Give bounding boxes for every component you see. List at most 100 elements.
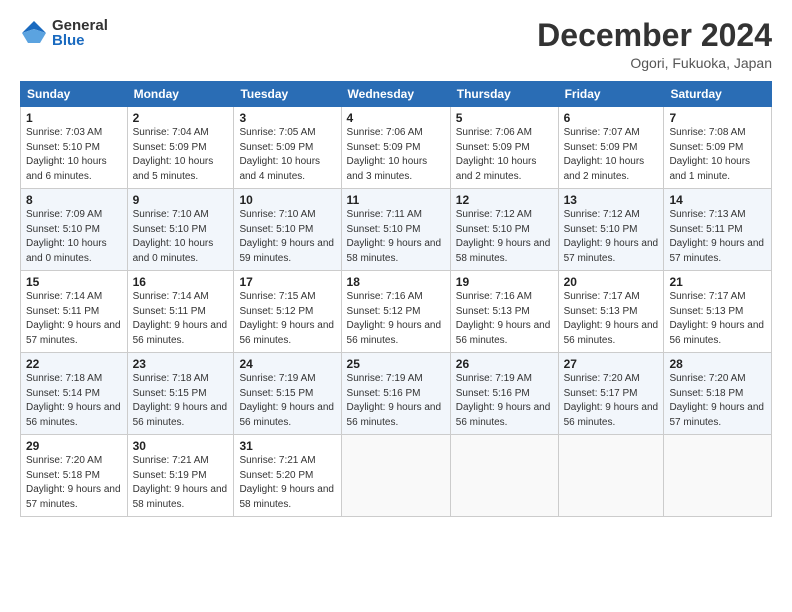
calendar-header-row: SundayMondayTuesdayWednesdayThursdayFrid… — [21, 82, 772, 107]
day-cell: 31Sunrise: 7:21 AMSunset: 5:20 PMDayligh… — [234, 435, 341, 517]
logo-general: General — [52, 18, 108, 33]
day-cell: 6Sunrise: 7:07 AMSunset: 5:09 PMDaylight… — [558, 107, 664, 189]
day-info: Sunrise: 7:20 AMSunset: 5:18 PMDaylight:… — [669, 372, 766, 430]
day-number: 1 — [26, 111, 122, 125]
logo: General Blue — [20, 18, 108, 48]
day-cell: 21Sunrise: 7:17 AMSunset: 5:13 PMDayligh… — [664, 271, 772, 353]
day-number: 11 — [347, 193, 445, 207]
day-info: Sunrise: 7:21 AMSunset: 5:20 PMDaylight:… — [239, 454, 335, 512]
day-info: Sunrise: 7:13 AMSunset: 5:11 PMDaylight:… — [669, 208, 766, 266]
day-cell — [558, 435, 664, 517]
day-cell: 17Sunrise: 7:15 AMSunset: 5:12 PMDayligh… — [234, 271, 341, 353]
day-info: Sunrise: 7:19 AMSunset: 5:15 PMDaylight:… — [239, 372, 335, 430]
day-number: 4 — [347, 111, 445, 125]
day-number: 7 — [669, 111, 766, 125]
day-cell: 12Sunrise: 7:12 AMSunset: 5:10 PMDayligh… — [450, 189, 558, 271]
day-cell: 18Sunrise: 7:16 AMSunset: 5:12 PMDayligh… — [341, 271, 450, 353]
day-number: 17 — [239, 275, 335, 289]
day-info: Sunrise: 7:09 AMSunset: 5:10 PMDaylight:… — [26, 208, 122, 266]
day-info: Sunrise: 7:03 AMSunset: 5:10 PMDaylight:… — [26, 126, 122, 184]
day-number: 10 — [239, 193, 335, 207]
location: Ogori, Fukuoka, Japan — [537, 55, 772, 71]
day-info: Sunrise: 7:12 AMSunset: 5:10 PMDaylight:… — [564, 208, 659, 266]
day-info: Sunrise: 7:10 AMSunset: 5:10 PMDaylight:… — [239, 208, 335, 266]
day-cell: 10Sunrise: 7:10 AMSunset: 5:10 PMDayligh… — [234, 189, 341, 271]
day-number: 13 — [564, 193, 659, 207]
day-info: Sunrise: 7:15 AMSunset: 5:12 PMDaylight:… — [239, 290, 335, 348]
day-cell: 2Sunrise: 7:04 AMSunset: 5:09 PMDaylight… — [127, 107, 234, 189]
day-number: 20 — [564, 275, 659, 289]
day-info: Sunrise: 7:04 AMSunset: 5:09 PMDaylight:… — [133, 126, 229, 184]
day-of-week-wednesday: Wednesday — [341, 82, 450, 107]
day-number: 9 — [133, 193, 229, 207]
day-info: Sunrise: 7:19 AMSunset: 5:16 PMDaylight:… — [456, 372, 553, 430]
day-number: 12 — [456, 193, 553, 207]
day-info: Sunrise: 7:16 AMSunset: 5:12 PMDaylight:… — [347, 290, 445, 348]
week-row-3: 15Sunrise: 7:14 AMSunset: 5:11 PMDayligh… — [21, 271, 772, 353]
day-cell: 28Sunrise: 7:20 AMSunset: 5:18 PMDayligh… — [664, 353, 772, 435]
day-cell: 19Sunrise: 7:16 AMSunset: 5:13 PMDayligh… — [450, 271, 558, 353]
day-info: Sunrise: 7:19 AMSunset: 5:16 PMDaylight:… — [347, 372, 445, 430]
week-row-1: 1Sunrise: 7:03 AMSunset: 5:10 PMDaylight… — [21, 107, 772, 189]
day-info: Sunrise: 7:16 AMSunset: 5:13 PMDaylight:… — [456, 290, 553, 348]
day-number: 29 — [26, 439, 122, 453]
day-info: Sunrise: 7:14 AMSunset: 5:11 PMDaylight:… — [133, 290, 229, 348]
day-cell: 14Sunrise: 7:13 AMSunset: 5:11 PMDayligh… — [664, 189, 772, 271]
day-info: Sunrise: 7:10 AMSunset: 5:10 PMDaylight:… — [133, 208, 229, 266]
day-info: Sunrise: 7:17 AMSunset: 5:13 PMDaylight:… — [564, 290, 659, 348]
day-info: Sunrise: 7:17 AMSunset: 5:13 PMDaylight:… — [669, 290, 766, 348]
day-info: Sunrise: 7:18 AMSunset: 5:14 PMDaylight:… — [26, 372, 122, 430]
day-number: 18 — [347, 275, 445, 289]
day-info: Sunrise: 7:20 AMSunset: 5:18 PMDaylight:… — [26, 454, 122, 512]
day-number: 31 — [239, 439, 335, 453]
day-info: Sunrise: 7:08 AMSunset: 5:09 PMDaylight:… — [669, 126, 766, 184]
day-cell: 22Sunrise: 7:18 AMSunset: 5:14 PMDayligh… — [21, 353, 128, 435]
day-number: 23 — [133, 357, 229, 371]
day-of-week-friday: Friday — [558, 82, 664, 107]
week-row-2: 8Sunrise: 7:09 AMSunset: 5:10 PMDaylight… — [21, 189, 772, 271]
day-number: 5 — [456, 111, 553, 125]
day-cell: 20Sunrise: 7:17 AMSunset: 5:13 PMDayligh… — [558, 271, 664, 353]
day-cell: 7Sunrise: 7:08 AMSunset: 5:09 PMDaylight… — [664, 107, 772, 189]
day-info: Sunrise: 7:12 AMSunset: 5:10 PMDaylight:… — [456, 208, 553, 266]
title-section: December 2024 Ogori, Fukuoka, Japan — [537, 18, 772, 71]
day-info: Sunrise: 7:06 AMSunset: 5:09 PMDaylight:… — [347, 126, 445, 184]
day-number: 25 — [347, 357, 445, 371]
day-cell: 8Sunrise: 7:09 AMSunset: 5:10 PMDaylight… — [21, 189, 128, 271]
day-info: Sunrise: 7:05 AMSunset: 5:09 PMDaylight:… — [239, 126, 335, 184]
day-number: 28 — [669, 357, 766, 371]
day-cell: 5Sunrise: 7:06 AMSunset: 5:09 PMDaylight… — [450, 107, 558, 189]
day-of-week-sunday: Sunday — [21, 82, 128, 107]
day-of-week-saturday: Saturday — [664, 82, 772, 107]
day-number: 8 — [26, 193, 122, 207]
header: General Blue December 2024 Ogori, Fukuok… — [20, 18, 772, 71]
day-info: Sunrise: 7:07 AMSunset: 5:09 PMDaylight:… — [564, 126, 659, 184]
day-number: 14 — [669, 193, 766, 207]
day-cell: 30Sunrise: 7:21 AMSunset: 5:19 PMDayligh… — [127, 435, 234, 517]
day-cell: 16Sunrise: 7:14 AMSunset: 5:11 PMDayligh… — [127, 271, 234, 353]
day-cell: 11Sunrise: 7:11 AMSunset: 5:10 PMDayligh… — [341, 189, 450, 271]
week-row-4: 22Sunrise: 7:18 AMSunset: 5:14 PMDayligh… — [21, 353, 772, 435]
day-of-week-thursday: Thursday — [450, 82, 558, 107]
day-info: Sunrise: 7:21 AMSunset: 5:19 PMDaylight:… — [133, 454, 229, 512]
day-cell: 1Sunrise: 7:03 AMSunset: 5:10 PMDaylight… — [21, 107, 128, 189]
day-cell: 4Sunrise: 7:06 AMSunset: 5:09 PMDaylight… — [341, 107, 450, 189]
day-cell: 3Sunrise: 7:05 AMSunset: 5:09 PMDaylight… — [234, 107, 341, 189]
day-cell: 25Sunrise: 7:19 AMSunset: 5:16 PMDayligh… — [341, 353, 450, 435]
day-number: 26 — [456, 357, 553, 371]
day-number: 6 — [564, 111, 659, 125]
day-number: 27 — [564, 357, 659, 371]
logo-icon — [20, 19, 48, 47]
day-cell — [341, 435, 450, 517]
day-info: Sunrise: 7:14 AMSunset: 5:11 PMDaylight:… — [26, 290, 122, 348]
day-number: 2 — [133, 111, 229, 125]
day-number: 21 — [669, 275, 766, 289]
day-info: Sunrise: 7:11 AMSunset: 5:10 PMDaylight:… — [347, 208, 445, 266]
day-number: 15 — [26, 275, 122, 289]
week-row-5: 29Sunrise: 7:20 AMSunset: 5:18 PMDayligh… — [21, 435, 772, 517]
day-info: Sunrise: 7:20 AMSunset: 5:17 PMDaylight:… — [564, 372, 659, 430]
day-of-week-tuesday: Tuesday — [234, 82, 341, 107]
calendar: SundayMondayTuesdayWednesdayThursdayFrid… — [20, 81, 772, 517]
logo-text: General Blue — [52, 18, 108, 48]
day-number: 19 — [456, 275, 553, 289]
